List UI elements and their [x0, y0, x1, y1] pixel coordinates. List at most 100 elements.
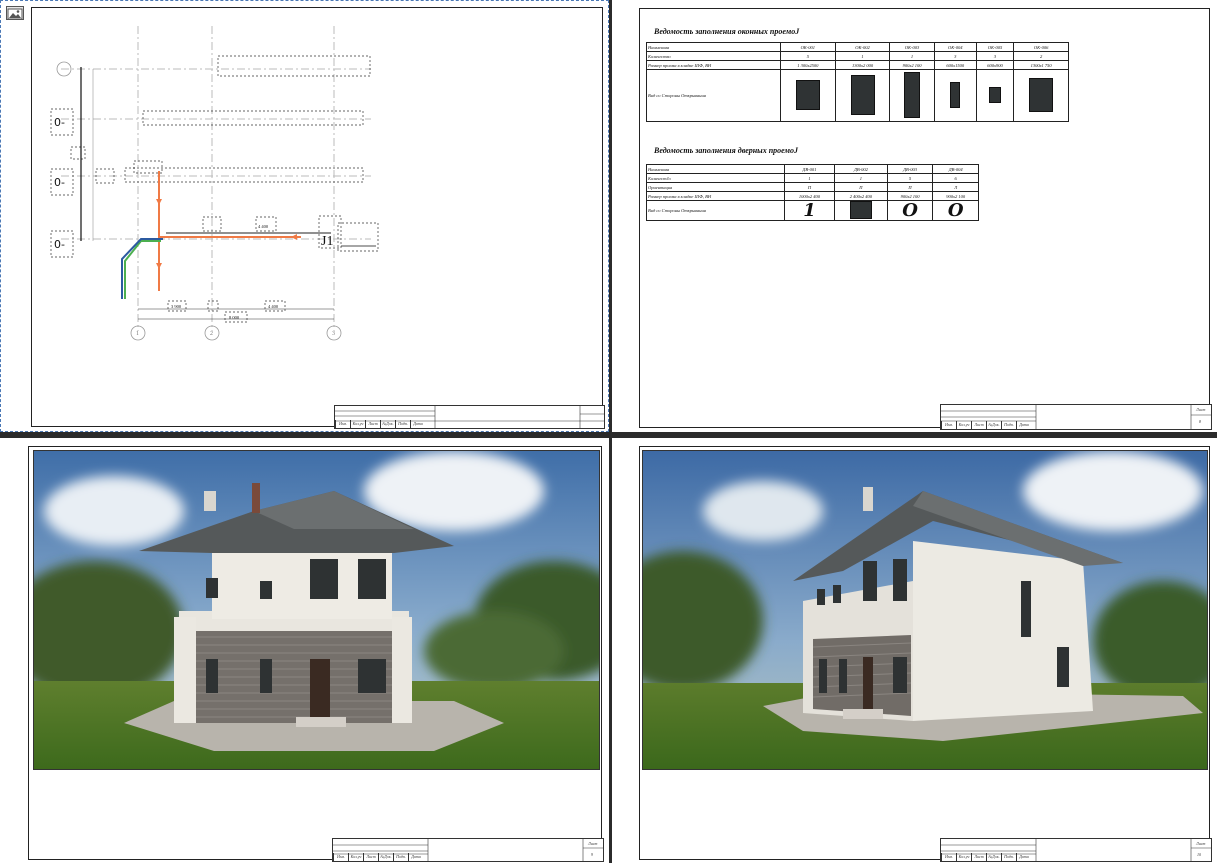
dimension-label: 3 900: [171, 304, 182, 309]
tb-cell: Изм.: [333, 853, 348, 861]
axis-label: 1: [136, 331, 139, 337]
sheet-render-side[interactable]: Изм. Кол.уч Лист №Док. Подп. Дата Лист 1…: [612, 438, 1217, 863]
door-view: 1: [783, 199, 836, 221]
window-view: [1013, 69, 1069, 122]
sheet-schedules[interactable]: Ведомость заполнения оконных проемоJ Наи…: [612, 0, 1217, 432]
tb-cell: Подп.: [1001, 853, 1016, 861]
window-graphic: [950, 82, 961, 108]
row-head: Размер проема в кладке ШФ, ВН: [646, 60, 781, 70]
sheet-render-front[interactable]: Изм. Кол.уч Лист №Док. Подп. Дата Лист 9: [0, 438, 609, 863]
sheet-label: Лист: [1196, 841, 1206, 846]
table-row: Наименова ДВ-001 ДВ-002 ДВ-003 ДВ-004: [646, 164, 979, 174]
table-cell: 1300x2 000: [834, 60, 891, 70]
table-row: КоличестJо 1 1 5 6: [646, 173, 979, 183]
door-view: O: [932, 199, 979, 221]
title-block: Изм. Кол.уч Лист №Док. Подп. Дата Лист 9: [332, 838, 604, 862]
table-cell: ОК-004: [933, 42, 977, 52]
table-cell: ОК-006: [1013, 42, 1069, 52]
row-head: Наименова: [646, 42, 781, 52]
table-row: Количество 5 1 1 3 3 2: [646, 51, 1069, 61]
table-cell: 1: [834, 173, 888, 183]
row-head: Вид со Стороны Открывания: [646, 69, 781, 122]
table-cell: ОК-003: [889, 42, 935, 52]
table-cell: 1: [783, 173, 836, 183]
tb-cell: Кол.уч: [350, 420, 365, 428]
axis-label: 2: [210, 331, 213, 337]
title-block: Изм. Кол.уч Лист №Док. Подп. Дата Лист 1…: [940, 838, 1212, 862]
table-cell: ДВ-004: [932, 164, 979, 174]
tb-cell: Изм.: [941, 421, 956, 429]
tb-cell: Дата: [1016, 853, 1031, 861]
door-schedule-title: Ведомость заполнения дверных проемоJ: [654, 146, 799, 155]
row-head: Наименова: [646, 164, 785, 174]
tb-cell: Подп.: [393, 853, 408, 861]
window-view: [834, 69, 891, 122]
axis-label: 3: [332, 331, 335, 337]
house-render-side: [642, 450, 1208, 770]
tb-cell: №Док.: [380, 420, 395, 428]
window-graphic: [850, 75, 875, 115]
title-block-cells: Изм. Кол.уч Лист №Док. Подп. Дата: [941, 421, 1031, 429]
tb-cell: Кол.уч: [348, 853, 363, 861]
table-cell: 600x1500: [933, 60, 977, 70]
table-cell: 5: [886, 173, 934, 183]
door-glyph: O: [947, 199, 964, 221]
window-view: [933, 69, 977, 122]
level-mark: 0-: [54, 238, 65, 251]
dimension-label: 4 400: [258, 224, 269, 229]
window-graphic: [989, 87, 1001, 103]
tb-cell: Кол.уч: [956, 853, 971, 861]
table-cell: 6: [932, 173, 979, 183]
row-head: КоличестJо: [646, 173, 785, 183]
door-glyph: 1: [803, 199, 816, 221]
window-schedule-title: Ведомость заполнения оконных проемоJ: [654, 27, 800, 36]
table-cell: 1 300x2500: [779, 60, 836, 70]
level-mark: 0-: [54, 116, 65, 129]
table-cell: 3: [975, 51, 1015, 61]
tb-cell: №Док.: [378, 853, 393, 861]
sheet-label: Лист: [1196, 407, 1206, 412]
level-mark: 0-: [54, 176, 65, 189]
tb-cell: Дата: [410, 420, 425, 428]
tb-cell: Изм.: [941, 853, 956, 861]
table-row: Наименова ОК-001 ОК-002 ОК-003 ОК-004 ОК…: [646, 42, 1069, 52]
tb-cell: Подп.: [1001, 421, 1016, 429]
title-block-cells: Изм. Кол.уч Лист №Док. Подп. Дата: [333, 853, 423, 861]
title-block-cells: Изм. Кол.уч Лист №Док. Подп. Дата: [335, 420, 425, 428]
table-row: Размер проема в кладке ШФ, ВН 1 300x2500…: [646, 60, 1069, 70]
table-cell: П: [783, 182, 836, 192]
row-head: Размер проема в кладке ШФ, ВН: [646, 191, 785, 201]
window-graphic: [795, 80, 820, 110]
sheet-number: 8: [1199, 419, 1201, 424]
tb-cell: №Док.: [986, 421, 1001, 429]
door-graphic: [849, 201, 872, 219]
window-graphic: [1029, 78, 1054, 112]
tb-cell: Лист: [971, 421, 986, 429]
tb-cell: №Док.: [986, 853, 1001, 861]
door-glyph: O: [902, 199, 918, 221]
table-row: Вид со Стороны Открывания 1 O O: [646, 199, 979, 221]
table-cell: 1: [834, 51, 891, 61]
house-render-front: [33, 450, 600, 770]
table-cell: П: [834, 182, 888, 192]
table-cell: ДВ-001: [783, 164, 836, 174]
title-block: Изм. Кол.уч Лист №Док. Подп. Дата: [334, 405, 605, 429]
row-head: Количество: [646, 51, 781, 61]
tb-cell: Дата: [408, 853, 423, 861]
tb-cell: Дата: [1016, 421, 1031, 429]
sheet-plan[interactable]: 0- 0- 0- J1 3 900 4 400 8 000 4 400 1 2 …: [0, 0, 609, 432]
row-head: Вид со Стороны Открывания: [646, 200, 785, 221]
row-head: Ориентация: [646, 182, 785, 192]
dimension-label: 4 400: [268, 304, 279, 309]
plan-drawing[interactable]: 0- 0- 0- J1 3 900 4 400 8 000 4 400 1 2 …: [1, 1, 609, 432]
sheet-label: Лист: [588, 841, 598, 846]
door-view: [834, 200, 888, 221]
table-cell: 1300x1 750: [1013, 60, 1069, 70]
window-view: [975, 69, 1015, 122]
table-cell: 5: [779, 51, 836, 61]
window-schedule-table: Наименова ОК-001 ОК-002 ОК-003 ОК-004 ОК…: [646, 42, 1069, 122]
window-view: [889, 69, 935, 122]
tb-cell: Изм.: [335, 420, 350, 428]
dimension-label: 8 000: [229, 315, 240, 320]
table-cell: 2 400x2 400: [834, 191, 888, 201]
